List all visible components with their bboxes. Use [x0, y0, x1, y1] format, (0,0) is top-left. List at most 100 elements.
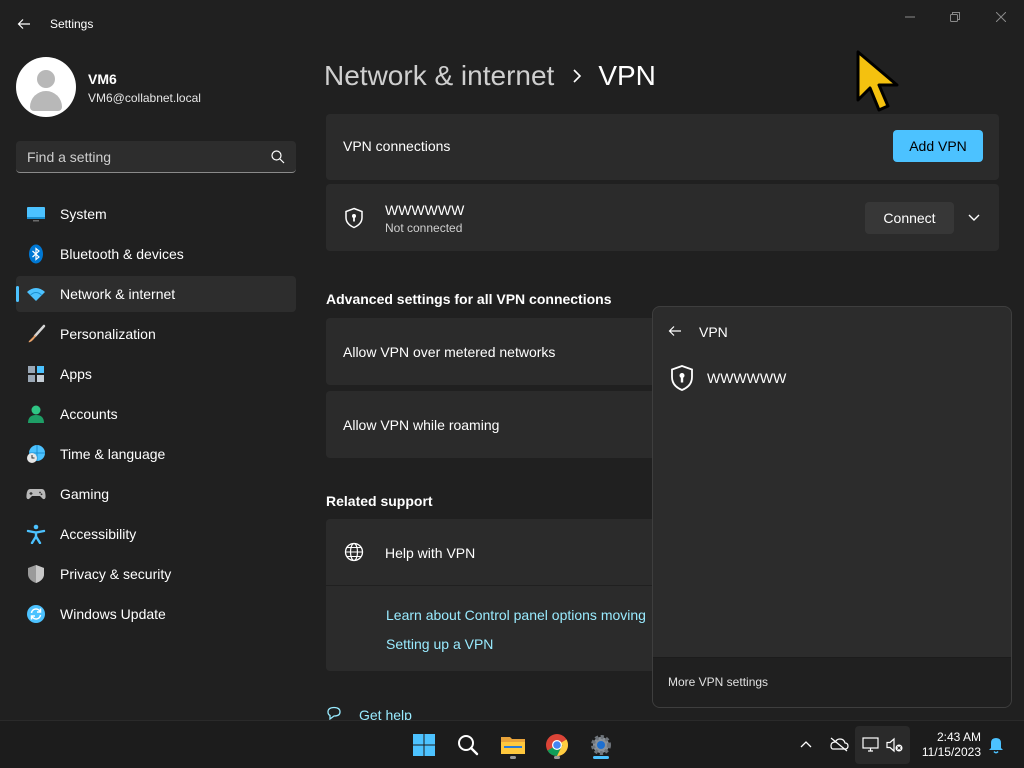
- related-support-title: Related support: [326, 493, 433, 509]
- roaming-setting-label: Allow VPN while roaming: [343, 417, 500, 433]
- sidebar-item-label: Accounts: [60, 406, 118, 422]
- title-bar: Settings: [0, 0, 1024, 48]
- settings-taskbar-button[interactable]: [585, 729, 617, 761]
- search-icon: [458, 735, 479, 756]
- gamepad-icon: [26, 489, 46, 500]
- accessibility-icon: [26, 524, 46, 544]
- user-name: VM6: [88, 71, 117, 87]
- clock-date: 11/15/2023: [921, 745, 981, 759]
- clock-time: 2:43 AM: [936, 730, 981, 744]
- vpn-connection-status: Not connected: [385, 221, 463, 235]
- taskbar: 2:43 AM 11/15/2023: [0, 720, 1024, 768]
- search-icon[interactable]: [270, 149, 286, 165]
- sidebar-item-privacy[interactable]: Privacy & security: [16, 556, 296, 592]
- breadcrumb: Network & internet VPN: [324, 56, 656, 96]
- more-vpn-settings-link[interactable]: More VPN settings: [668, 675, 768, 689]
- sidebar-item-label: Network & internet: [60, 286, 176, 302]
- vpn-connections-label: VPN connections: [343, 138, 451, 154]
- sidebar-item-time-language[interactable]: Time & language: [16, 436, 296, 472]
- chevron-right-icon: [573, 69, 582, 83]
- bluetooth-icon: [29, 244, 43, 264]
- page-title: VPN: [598, 60, 656, 91]
- sidebar-item-gaming[interactable]: Gaming: [16, 476, 296, 512]
- sidebar-item-label: Time & language: [60, 446, 166, 462]
- sidebar-nav: System Bluetooth & devices Network & int…: [16, 196, 296, 636]
- sidebar-item-network[interactable]: Network & internet: [16, 276, 296, 312]
- search-box: [16, 141, 296, 173]
- vpn-shield-icon: [345, 207, 363, 229]
- accounts-icon: [28, 405, 44, 423]
- metered-setting-label: Allow VPN over metered networks: [343, 344, 556, 360]
- clock[interactable]: 2:43 AM 11/15/2023: [922, 730, 981, 760]
- sidebar-item-label: Windows Update: [60, 606, 166, 622]
- apps-icon: [28, 366, 44, 382]
- vpn-connections-card: VPN connections Add VPN: [326, 114, 999, 180]
- sidebar-item-bluetooth[interactable]: Bluetooth & devices: [16, 236, 296, 272]
- breadcrumb-parent[interactable]: Network & internet: [324, 60, 554, 92]
- shield-icon: [28, 565, 44, 583]
- sidebar-item-accounts[interactable]: Accounts: [16, 396, 296, 432]
- onedrive-icon[interactable]: [829, 736, 849, 752]
- setting-up-vpn-link[interactable]: Setting up a VPN: [386, 636, 493, 652]
- sidebar-item-label: System: [60, 206, 107, 222]
- close-icon: [996, 12, 1006, 22]
- minimize-icon: [905, 16, 915, 18]
- globe-icon: [344, 542, 364, 562]
- sidebar-item-system[interactable]: System: [16, 196, 296, 232]
- sidebar-item-windows-update[interactable]: Windows Update: [16, 596, 296, 632]
- volume-muted-icon: [886, 737, 903, 753]
- advanced-settings-title: Advanced settings for all VPN connection…: [326, 291, 612, 307]
- mouse-cursor-icon: [856, 50, 899, 112]
- flyout-footer: More VPN settings: [653, 657, 1011, 707]
- flyout-title: VPN: [699, 324, 728, 340]
- system-icon: [27, 207, 45, 222]
- restore-button[interactable]: [932, 2, 978, 32]
- user-profile[interactable]: VM6 VM6@collabnet.local: [16, 57, 296, 117]
- sidebar-item-label: Bluetooth & devices: [60, 246, 184, 262]
- flyout-vpn-item[interactable]: WWWWWW: [653, 355, 1011, 399]
- chevron-up-icon[interactable]: [800, 739, 812, 749]
- file-explorer-button[interactable]: [497, 729, 529, 761]
- vpn-connection-item[interactable]: WWWWWW Not connected Connect: [326, 184, 999, 251]
- connect-button[interactable]: Connect: [865, 202, 954, 234]
- start-icon: [413, 734, 435, 756]
- restore-icon: [950, 12, 960, 22]
- notification-bell-icon[interactable]: [988, 736, 1004, 754]
- add-vpn-button[interactable]: Add VPN: [893, 130, 983, 162]
- sidebar-item-personalization[interactable]: Personalization: [16, 316, 296, 352]
- vpn-shield-icon: [671, 365, 693, 391]
- vpn-connection-name: WWWWWW: [385, 202, 465, 218]
- network-icon: [862, 737, 879, 752]
- settings-icon: [591, 735, 611, 755]
- chevron-down-icon[interactable]: [967, 212, 981, 224]
- flyout-vpn-name: WWWWWW: [707, 370, 787, 386]
- sidebar-item-apps[interactable]: Apps: [16, 356, 296, 392]
- back-arrow-icon: [17, 19, 30, 29]
- back-button[interactable]: [8, 8, 40, 40]
- sidebar-item-label: Accessibility: [60, 526, 137, 542]
- update-icon: [27, 605, 45, 623]
- app-title: Settings: [50, 17, 94, 31]
- minimize-button[interactable]: [887, 2, 933, 32]
- file-explorer-icon: [501, 737, 525, 754]
- avatar: [16, 57, 76, 117]
- search-input[interactable]: [16, 141, 256, 172]
- control-panel-link[interactable]: Learn about Control panel options moving: [386, 607, 646, 623]
- sidebar-item-accessibility[interactable]: Accessibility: [16, 516, 296, 552]
- vpn-flyout: VPN WWWWWW More VPN settings: [652, 306, 1012, 708]
- taskbar-search-button[interactable]: [452, 729, 484, 761]
- help-with-vpn-label: Help with VPN: [385, 545, 476, 561]
- flyout-back-icon[interactable]: [668, 324, 682, 338]
- sidebar-item-label: Privacy & security: [60, 566, 172, 582]
- chrome-button[interactable]: [541, 729, 573, 761]
- sidebar-item-label: Apps: [60, 366, 92, 382]
- wifi-icon: [27, 288, 45, 301]
- close-button[interactable]: [978, 2, 1024, 32]
- chrome-icon: [546, 734, 568, 756]
- quick-settings-button[interactable]: [855, 726, 910, 764]
- sidebar-item-label: Personalization: [60, 326, 156, 342]
- globe-clock-icon: [27, 445, 45, 463]
- sidebar-item-label: Gaming: [60, 486, 110, 502]
- user-email: VM6@collabnet.local: [88, 91, 201, 105]
- start-button[interactable]: [408, 729, 440, 761]
